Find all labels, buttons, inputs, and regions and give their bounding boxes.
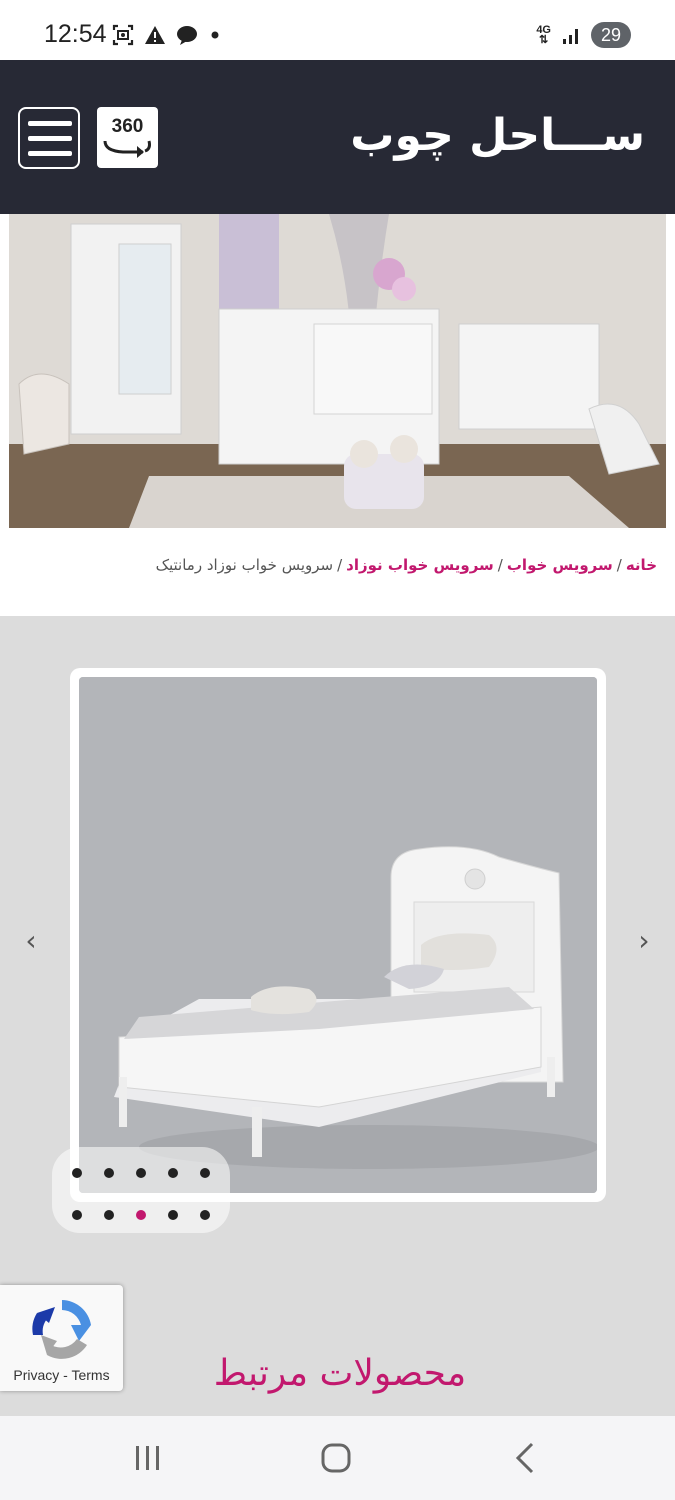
chat-bubble-icon — [177, 26, 197, 45]
bed-illustration — [79, 677, 597, 1193]
gallery-dot-9[interactable] — [168, 1210, 178, 1220]
dot-icon — [211, 31, 219, 39]
gallery-next-button[interactable]: › — [632, 926, 656, 956]
rotate-arrow-icon — [103, 140, 151, 158]
gallery-dot-2[interactable] — [104, 1168, 114, 1178]
breadcrumb-separator: / — [337, 556, 343, 574]
gallery-dot-4[interactable] — [168, 1168, 178, 1178]
logo-text: ســـاحل چوب — [350, 110, 645, 161]
screenshot-icon — [112, 24, 134, 46]
product-image[interactable] — [79, 677, 597, 1193]
recaptcha-terms-link[interactable]: Terms — [71, 1367, 109, 1383]
breadcrumb: خانه/سرویس خواب/سرویس خواب نوزاد/سرویس خ… — [156, 556, 657, 574]
gallery-dot-3[interactable] — [136, 1168, 146, 1178]
back-icon[interactable] — [506, 1438, 546, 1478]
recaptcha-link-separator: - — [63, 1367, 68, 1383]
recaptcha-privacy-link[interactable]: Privacy — [13, 1367, 59, 1383]
menu-line-icon — [28, 136, 72, 141]
home-icon[interactable] — [316, 1438, 356, 1478]
breadcrumb-item-baby-bedroom-set[interactable]: سرویس خواب نوزاد — [346, 556, 494, 574]
hamburger-menu-button[interactable] — [18, 107, 80, 169]
related-products-title: محصولات مرتبط — [213, 1353, 467, 1394]
gallery-dot-5[interactable] — [200, 1168, 210, 1178]
breadcrumb-item-bedroom-set[interactable]: سرویس خواب — [507, 556, 613, 574]
status-icons-left — [112, 24, 222, 46]
status-bar: 12:54 4G ⇅ 29 — [0, 0, 675, 60]
network-4g-icon: 4G ⇅ — [536, 25, 551, 46]
view-360-button[interactable]: 360 — [97, 107, 158, 168]
nursery-room-illustration — [9, 214, 666, 528]
site-logo[interactable]: ســـاحل چوب — [300, 96, 645, 176]
menu-line-icon — [28, 151, 72, 156]
data-arrows-icon: ⇅ — [539, 34, 549, 46]
gallery-dot-6[interactable] — [72, 1210, 82, 1220]
gallery-dot-7[interactable] — [104, 1210, 114, 1220]
gallery-dot-8-active[interactable] — [136, 1210, 146, 1220]
hero-banner-image — [9, 214, 666, 528]
gallery-dot-1[interactable] — [72, 1168, 82, 1178]
alert-icon — [145, 26, 165, 44]
gallery-pagination — [52, 1147, 230, 1233]
system-nav-bar — [0, 1416, 675, 1500]
gallery-image-frame — [70, 668, 606, 1202]
recaptcha-links: Privacy - Terms — [0, 1367, 123, 1383]
menu-line-icon — [28, 121, 72, 126]
gallery-prev-button[interactable]: ‹ — [19, 926, 43, 956]
gallery-dot-10[interactable] — [200, 1210, 210, 1220]
site-header: 360 ســـاحل چوب — [0, 60, 675, 214]
recaptcha-badge[interactable]: Privacy - Terms — [0, 1285, 123, 1391]
signal-icon — [563, 29, 578, 44]
recaptcha-logo-icon — [32, 1300, 91, 1359]
recents-icon[interactable] — [128, 1438, 168, 1478]
breadcrumb-item-home[interactable]: خانه — [626, 556, 657, 574]
breadcrumb-current: سرویس خواب نوزاد رمانتیک — [155, 556, 334, 574]
battery-icon: 29 — [591, 22, 631, 48]
breadcrumb-separator: / — [497, 556, 503, 574]
status-icons-right: 4G ⇅ 29 — [536, 22, 631, 48]
status-time: 12:54 — [44, 20, 107, 48]
breadcrumb-separator: / — [616, 556, 622, 574]
